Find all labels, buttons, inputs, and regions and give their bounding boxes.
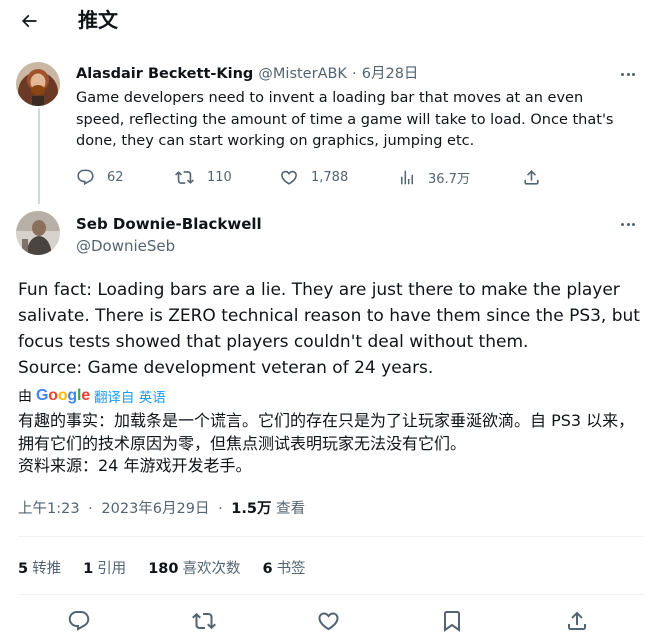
stat-likes[interactable]: 180 喜欢次数	[148, 557, 240, 578]
back-button[interactable]	[14, 6, 44, 36]
views-button[interactable]: 36.7万	[398, 166, 470, 188]
views-icon	[401, 170, 413, 184]
google-letter-g2: g	[67, 387, 77, 404]
author-handle[interactable]: @MisterABK	[258, 66, 347, 82]
more-icon	[621, 222, 625, 226]
translation-source-link[interactable]: 翻译自 英语	[94, 386, 166, 406]
separator-dot: ·	[88, 501, 93, 517]
top-bar: 推文	[0, 0, 662, 42]
tweet-text-body: Fun fact: Loading bars are a lie. They a…	[18, 280, 640, 378]
tweet1-header: Alasdair Beckett-King @MisterABK · 6月28日	[76, 63, 418, 84]
stat-retweets[interactable]: 5 转推	[18, 557, 61, 578]
reply-icon	[77, 169, 94, 185]
reply-icon	[68, 611, 90, 631]
bookmark-button[interactable]	[437, 606, 467, 636]
share-button[interactable]	[562, 606, 592, 636]
share-button[interactable]	[522, 166, 541, 188]
tweet-time[interactable]: 上午1:23	[18, 501, 80, 517]
translated-by-label: 由	[18, 389, 32, 405]
bookmark-icon	[444, 611, 460, 632]
page-title: 推文	[78, 8, 118, 32]
reply-count: 62	[107, 169, 124, 185]
view-count: 36.7万	[428, 171, 470, 187]
like-count: 1,788	[311, 169, 349, 185]
retweet-icon	[175, 170, 194, 184]
tweet-date[interactable]: 6月28日	[362, 66, 419, 82]
retweet-button[interactable]	[189, 606, 219, 636]
thread-line	[38, 108, 40, 204]
stat-label: 引用	[97, 560, 127, 577]
retweet-icon	[192, 612, 216, 630]
like-button[interactable]: 1,788	[279, 166, 348, 188]
more-button[interactable]	[616, 214, 640, 234]
avatar-alasdair[interactable]	[16, 62, 60, 106]
stat-label: 转推	[32, 560, 62, 577]
tweet-text: Fun fact: Loading bars are a lie. They a…	[18, 277, 646, 381]
stat-count: 1	[83, 560, 94, 577]
author-name[interactable]: Seb Downie-Blackwell	[76, 213, 262, 235]
stat-count: 5	[18, 560, 29, 577]
heart-icon	[317, 612, 339, 631]
stat-quotes[interactable]: 1 引用	[83, 557, 126, 578]
author-handle[interactable]: @DownieSeb	[76, 236, 175, 256]
divider	[18, 536, 644, 537]
views-label: 查看	[276, 501, 306, 517]
stat-bookmarks[interactable]: 6 书签	[262, 557, 305, 578]
tweet-metadata: 上午1:23 · 2023年6月29日 · 1.5万 查看	[18, 498, 305, 520]
google-letter-o2: o	[57, 387, 68, 404]
like-button[interactable]	[313, 606, 343, 636]
google-letter-g: G	[36, 387, 49, 404]
google-letter-o1: o	[48, 387, 58, 404]
tweet-date[interactable]: 2023年6月29日	[101, 501, 209, 517]
separator-dot: ·	[218, 501, 223, 517]
translation-attribution: 由 Google 翻译自 英语	[18, 386, 166, 406]
view-count: 1.5万	[231, 501, 272, 517]
avatar-seb[interactable]	[16, 211, 60, 255]
separator-dot: ·	[352, 66, 357, 82]
more-icon	[621, 72, 625, 76]
stat-count: 6	[262, 560, 273, 577]
stat-label: 喜欢次数	[182, 560, 241, 577]
stat-count: 180	[148, 560, 179, 577]
author-name[interactable]: Alasdair Beckett-King	[76, 66, 253, 82]
tweet-text: Game developers need to invent a loading…	[76, 90, 614, 149]
more-button[interactable]	[616, 64, 640, 84]
stat-label: 书签	[276, 560, 306, 577]
google-logo: Google	[36, 387, 90, 405]
google-letter-e: e	[81, 387, 90, 404]
share-icon	[568, 611, 586, 630]
retweet-button[interactable]: 110	[174, 166, 232, 188]
reply-button[interactable]: 62	[76, 166, 124, 188]
retweet-count: 110	[207, 169, 232, 185]
divider	[18, 594, 644, 595]
translated-text: 有趣的事实：加载条是一个谎言。它们的存在只是为了让玩家垂涎欲滴。自 PS3 以来…	[18, 411, 635, 475]
arrow-left-icon	[21, 14, 37, 28]
heart-icon	[281, 170, 297, 185]
engagement-stats: 5 转推 1 引用 180 喜欢次数 6 书签	[18, 556, 328, 578]
tweet2-action-bar	[0, 606, 662, 636]
reply-button[interactable]	[64, 606, 94, 636]
tweet1-action-bar: 62 110 1,788 36.7万	[76, 166, 546, 188]
share-icon	[524, 169, 539, 185]
